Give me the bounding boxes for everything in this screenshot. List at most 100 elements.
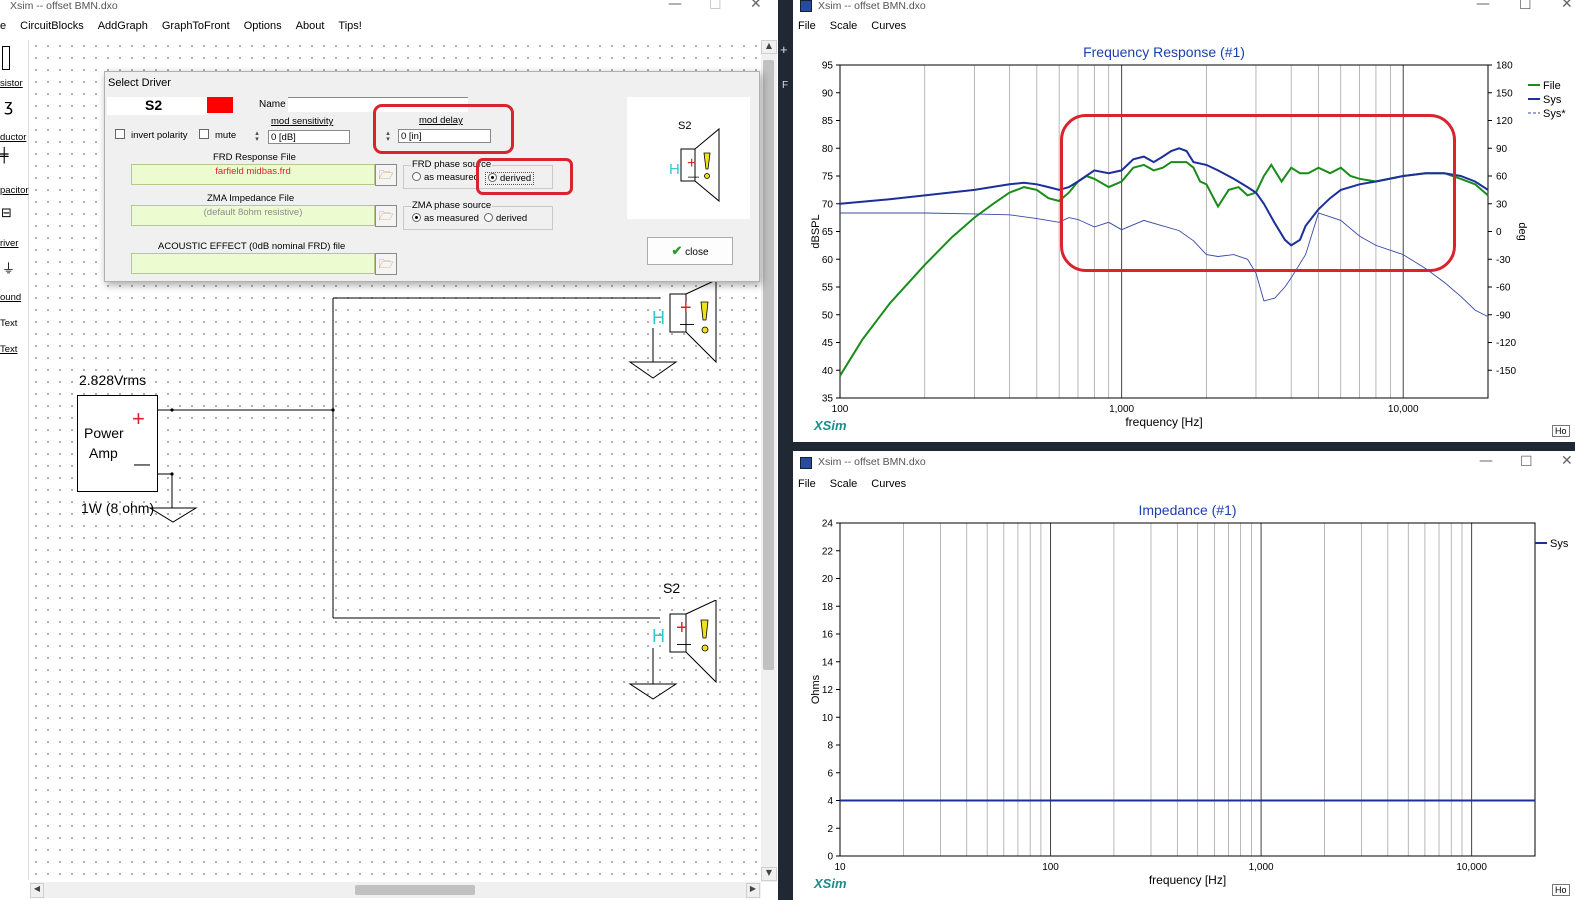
y-tick-label: 18 <box>822 602 834 613</box>
x-tick-label: 10 <box>834 862 846 873</box>
x-tick-label: 10,000 <box>1456 862 1487 873</box>
fr-corner-button[interactable]: Ho <box>1552 425 1570 437</box>
x-tick-label: 1,000 <box>1109 404 1134 415</box>
y2-tick-label: -60 <box>1496 283 1511 294</box>
y-tick-label: 8 <box>827 741 833 752</box>
fr-maximize-icon[interactable]: ☐ <box>1519 0 1532 13</box>
y2-tick-label: 30 <box>1496 199 1508 210</box>
frd-browse-folder-icon[interactable]: 🗁 <box>375 164 397 186</box>
imp-corner-button[interactable]: Ho <box>1552 884 1570 896</box>
legend-label: Sys* <box>1543 108 1566 120</box>
amp-plus-terminal: + <box>132 406 145 431</box>
amp-minus-terminal: — <box>134 456 150 473</box>
y2-tick-label: 120 <box>1496 116 1513 127</box>
imp-window-title: Xsim -- offset BMN.dxo <box>818 456 926 468</box>
mute-checkbox[interactable]: mute <box>199 129 236 141</box>
highlight-derived <box>476 158 573 195</box>
y-tick-label: 12 <box>822 685 834 696</box>
fr-window-title: Xsim -- offset BMN.dxo <box>818 0 926 12</box>
impedance-chart[interactable]: Impedance (#1)02468101214161820222410 100… <box>793 498 1575 900</box>
y2-tick-label: 0 <box>1496 227 1502 238</box>
close-button[interactable]: ✔ close <box>647 237 733 265</box>
y2-tick-label: 90 <box>1496 144 1508 155</box>
y-tick-label: 2 <box>827 824 833 835</box>
fr-menu-scale[interactable]: Scale <box>830 20 858 32</box>
y-axis-label: dBSPL <box>810 214 822 248</box>
x-axis-label: frequency [Hz] <box>1125 415 1202 429</box>
invert-polarity-label: invert polarity <box>131 130 188 141</box>
imp-menu-scale[interactable]: Scale <box>830 478 858 490</box>
fr-brand-logo: XSim <box>814 418 847 433</box>
highlight-response-region <box>1060 114 1456 272</box>
y2-tick-label: -30 <box>1496 255 1511 266</box>
side-edge-letter: F <box>782 80 789 91</box>
y-tick-label: 45 <box>822 338 834 349</box>
invert-polarity-checkbox[interactable]: invert polarity <box>115 129 188 141</box>
frd-file-field[interactable]: farfield midbas.frd <box>131 164 375 185</box>
zma-phase-label: ZMA phase source <box>411 200 493 211</box>
y-tick-label: 55 <box>822 283 834 294</box>
zma-file-field[interactable]: (default 8ohm resistive) <box>131 205 375 226</box>
y-tick-label: 6 <box>827 768 833 779</box>
side-edge-plus: + <box>780 42 788 57</box>
fr-menu-file[interactable]: File <box>798 20 816 32</box>
svg-text:+: + <box>687 155 696 172</box>
fr-window-app-icon <box>800 0 812 12</box>
driver-color-swatch[interactable] <box>207 97 233 113</box>
imp-menu-curves[interactable]: Curves <box>871 478 906 490</box>
fr-close-icon[interactable]: ✕ <box>1561 0 1573 12</box>
preview-speaker-icon: + — H <box>669 127 720 203</box>
amp-label-line1: Power <box>84 425 124 441</box>
driver-name-box: S2 <box>107 97 207 115</box>
y2-tick-label: 150 <box>1496 88 1513 99</box>
y-tick-label: 4 <box>827 796 833 807</box>
legend-label: Sys <box>1550 538 1569 550</box>
zma-file-label: ZMA Impedance File <box>207 193 295 204</box>
driver2-speaker-icon[interactable]: + — H <box>640 600 730 690</box>
y-tick-label: 22 <box>822 546 834 557</box>
zma-phase-as-measured-radio[interactable]: as measured <box>412 213 479 224</box>
imp-minimize-icon[interactable]: — <box>1479 453 1493 469</box>
driver-id: S2 <box>145 97 163 113</box>
svg-text:H: H <box>652 308 665 328</box>
y-tick-label: 70 <box>822 199 834 210</box>
graph-window-gap <box>793 442 1575 451</box>
y-tick-label: 20 <box>822 574 834 585</box>
power-amp-block[interactable]: Power Amp + — <box>77 395 158 492</box>
fr-menu-curves[interactable]: Curves <box>871 20 906 32</box>
y2-tick-label: 60 <box>1496 172 1508 183</box>
mod-sensitivity-input[interactable]: 0 [dB] <box>268 130 350 144</box>
svg-text:H: H <box>652 626 665 646</box>
driver1-speaker-icon[interactable]: + — H <box>640 280 730 370</box>
y-tick-label: 65 <box>822 227 834 238</box>
imp-menubar: File Scale Curves <box>798 478 920 496</box>
imp-maximize-icon[interactable]: ☐ <box>1520 454 1533 470</box>
zma-browse-folder-icon[interactable]: 🗁 <box>375 205 397 227</box>
imp-menu-file[interactable]: File <box>798 478 816 490</box>
svg-text:H: H <box>669 161 680 178</box>
imp-close-icon[interactable]: ✕ <box>1561 453 1573 469</box>
acoustic-effect-field[interactable] <box>131 253 375 274</box>
zma-phase-derived-radio[interactable]: derived <box>484 213 527 224</box>
y-tick-label: 85 <box>822 116 834 127</box>
legend-label: File <box>1543 80 1561 92</box>
legend-label: Sys <box>1543 94 1562 106</box>
y-tick-label: 90 <box>822 88 834 99</box>
fr-minimize-icon[interactable]: — <box>1476 0 1490 12</box>
y-tick-label: 14 <box>822 657 834 668</box>
y2-tick-label: -150 <box>1496 366 1516 377</box>
imp-window-app-icon <box>800 457 812 469</box>
frd-phase-as-measured-radio[interactable]: as measured <box>412 172 479 183</box>
svg-text:—: — <box>677 635 691 651</box>
x-tick-label: 1,000 <box>1249 862 1274 873</box>
x-tick-label: 100 <box>1042 862 1059 873</box>
mute-label: mute <box>215 130 237 141</box>
y2-axis-label: deg <box>1516 222 1528 240</box>
voltage-label: 2.828Vrms <box>79 372 147 388</box>
driver-preview-panel: S2 + — H <box>627 97 750 219</box>
y2-tick-label: 180 <box>1496 61 1513 72</box>
acoustic-browse-folder-icon[interactable]: 🗁 <box>375 253 397 275</box>
chart-title: Frequency Response (#1) <box>1083 44 1245 60</box>
mod-sensitivity-spinner[interactable]: ▴ ▾ <box>248 130 266 144</box>
y-tick-label: 80 <box>822 144 834 155</box>
